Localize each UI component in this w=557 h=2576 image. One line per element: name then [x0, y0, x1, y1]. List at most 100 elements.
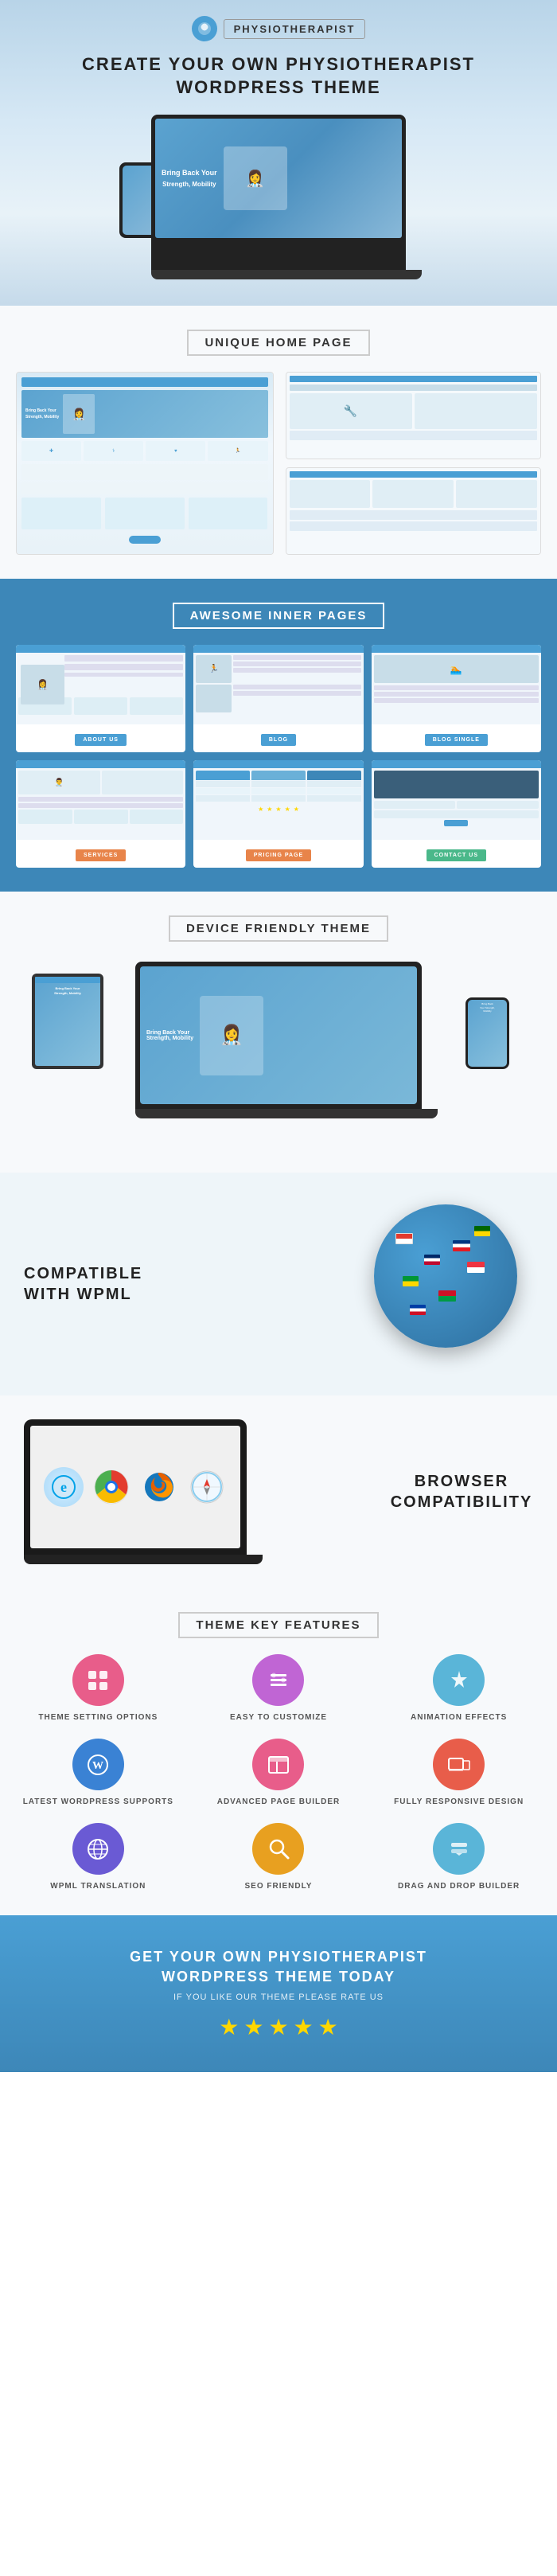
- ss-sm-g2: [372, 480, 454, 508]
- pricing-screenshot: ★ ★ ★ ★ ★: [193, 760, 363, 840]
- blog-t1: [233, 655, 360, 660]
- bs-t3: [374, 698, 539, 703]
- df-laptop-outer: Bring Back YourStrength, Mobility 👩‍⚕️: [135, 962, 422, 1109]
- about-ss-header: [16, 645, 185, 653]
- browser-title-1: BROWSER: [415, 1473, 508, 1490]
- services-screenshot: 👨‍⚕️: [16, 760, 185, 840]
- theme-settings-icon: [72, 1654, 124, 1706]
- cf-btn-wrap: [374, 820, 539, 826]
- contact-content: [372, 768, 541, 829]
- ss-icons-row: ✚ ⚕ ♥ 🏃: [21, 441, 268, 461]
- pstar-1: ★: [258, 806, 263, 813]
- pt-r4: [251, 781, 306, 787]
- theme-settings-label: THEME SETTING OPTIONS: [38, 1712, 158, 1723]
- ss-nav-bar: [21, 377, 268, 387]
- globe-container: [374, 1204, 533, 1364]
- page-builder-label: ADVANCED PAGE BUILDER: [217, 1797, 341, 1807]
- blog-ss-content: 🏃: [193, 653, 363, 716]
- ss-find-doctor: [21, 464, 268, 480]
- star-2: ★: [243, 2014, 263, 2040]
- wpml-section: COMPATIBLE WITH WPML: [0, 1173, 557, 1395]
- device-friendly-title-box: DEVICE FRIENDLY THEME: [16, 915, 541, 942]
- df-phone-screen: Bring BackYour Strength,Mobility: [468, 1000, 507, 1067]
- hero-section: PHYSIOTHERAPIST CREATE YOUR OWN PHYSIOTH…: [0, 0, 557, 306]
- inner-page-contact: CONTACT US: [372, 760, 541, 868]
- cta-title-2: WORDPRESS THEME TODAY: [162, 1969, 395, 1985]
- ss-col-1: [21, 498, 101, 529]
- pricing-btn-area: PRICING PAGE: [193, 840, 363, 868]
- screen-title: Bring Back Your: [162, 168, 217, 178]
- home-screenshots-right: 🔧: [286, 372, 542, 555]
- ss-content-2: [21, 482, 268, 494]
- feature-responsive: FULLY RESPONSIVE DESIGN: [376, 1739, 541, 1807]
- ss-bottom-row: [21, 498, 268, 529]
- pricing-stars: ★ ★ ★ ★ ★: [196, 806, 360, 813]
- ss-product-1: 🔧: [290, 393, 412, 429]
- wordpress-label: LATEST WORDPRESS SUPPORTS: [23, 1797, 173, 1807]
- ss-sm-product-row: 🔧: [290, 393, 538, 429]
- services-btn[interactable]: SERVICES: [76, 849, 126, 861]
- inner-pages-section: AWESOME INNER PAGES 👩‍⚕️: [0, 579, 557, 892]
- cf-1: [374, 801, 456, 809]
- blog-t5: [233, 691, 360, 696]
- tab-header: [35, 977, 100, 983]
- pt-r5: [251, 788, 306, 794]
- blog-img-2: [196, 685, 232, 712]
- contact-btn[interactable]: CONTACT US: [427, 849, 486, 861]
- svg-text:e: e: [60, 1479, 67, 1495]
- cta-section: GET YOUR OWN PHYSIOTHERAPIST WORDPRESS T…: [0, 1915, 557, 2071]
- about-btn-area: ABOUT US: [16, 724, 185, 752]
- svc-2: [102, 771, 184, 794]
- cta-subtitle: IF YOU LIKE OUR THEME PLEASE RATE US: [16, 1992, 541, 2002]
- device-friendly-title: DEVICE FRIENDLY THEME: [169, 915, 388, 942]
- pt-head3: [307, 771, 361, 780]
- svc-row1: [18, 797, 183, 802]
- pstar-5: ★: [294, 806, 299, 813]
- ss-sm-content: [290, 431, 538, 440]
- bs-t2: [374, 692, 539, 697]
- responsive-icon: [433, 1739, 485, 1790]
- inner-page-pricing: ★ ★ ★ ★ ★ PRICING PAGE: [193, 760, 363, 868]
- hero-laptop-device: Bring Back Your Strength, Mobility 👩‍⚕️: [151, 115, 406, 270]
- about-row-2: [64, 664, 183, 670]
- ie-icon: e: [44, 1467, 84, 1507]
- about-ss-content: 👩‍⚕️: [16, 653, 185, 697]
- homepage-screenshot-left: Bring Back YourStrength, Mobility 👩‍⚕️ ✚…: [16, 372, 274, 555]
- chrome-icon: [92, 1467, 131, 1507]
- about-text-col: [64, 655, 183, 695]
- pt-r3: [196, 795, 250, 802]
- feature-theme-settings: THEME SETTING OPTIONS: [16, 1654, 181, 1723]
- flag-dot-5: [438, 1290, 456, 1302]
- flag-dot-2: [424, 1255, 440, 1265]
- blog-row-1: 🏃: [196, 655, 360, 683]
- blog-t3: [233, 668, 360, 673]
- ss-icon-1: ✚: [21, 441, 81, 461]
- svc-row2: [18, 803, 183, 808]
- blog-btn[interactable]: BLOG: [261, 734, 296, 746]
- star-3: ★: [268, 2014, 288, 2040]
- laptop-text: Bring Back Your Strength, Mobility: [162, 168, 217, 189]
- contact-ss-header: [372, 760, 541, 768]
- home-screenshots-container: Bring Back YourStrength, Mobility 👩‍⚕️ ✚…: [16, 372, 541, 555]
- ss-sm-header-top: [290, 376, 538, 382]
- about-b3: [130, 697, 183, 715]
- screen-subtitle: Strength, Mobility: [162, 180, 217, 189]
- feature-easy-customize: EASY TO CUSTOMIZE: [197, 1654, 361, 1723]
- feature-seo: SEO FRIENDLY: [197, 1823, 361, 1891]
- cf-submit: [444, 820, 468, 826]
- wpml-feature-label: WPML TRANSLATION: [50, 1881, 146, 1891]
- about-btn[interactable]: ABOUT US: [75, 734, 127, 746]
- drag-drop-label: DRAG AND DROP BUILDER: [398, 1881, 520, 1891]
- star-1: ★: [219, 2014, 239, 2040]
- pricing-btn[interactable]: PRICING PAGE: [246, 849, 311, 861]
- feature-wordpress: W LATEST WORDPRESS SUPPORTS: [16, 1739, 181, 1807]
- blog-single-btn[interactable]: BLOG SINGLE: [425, 734, 488, 746]
- inner-pages-title: AWESOME INNER PAGES: [173, 603, 385, 629]
- animation-icon: [433, 1654, 485, 1706]
- pt-r2: [196, 788, 250, 794]
- flag-dot-8: [474, 1226, 490, 1236]
- blog-t2: [233, 662, 360, 666]
- about-row-3: [64, 673, 183, 677]
- about-screenshot: 👩‍⚕️: [16, 645, 185, 724]
- contact-screenshot: [372, 760, 541, 840]
